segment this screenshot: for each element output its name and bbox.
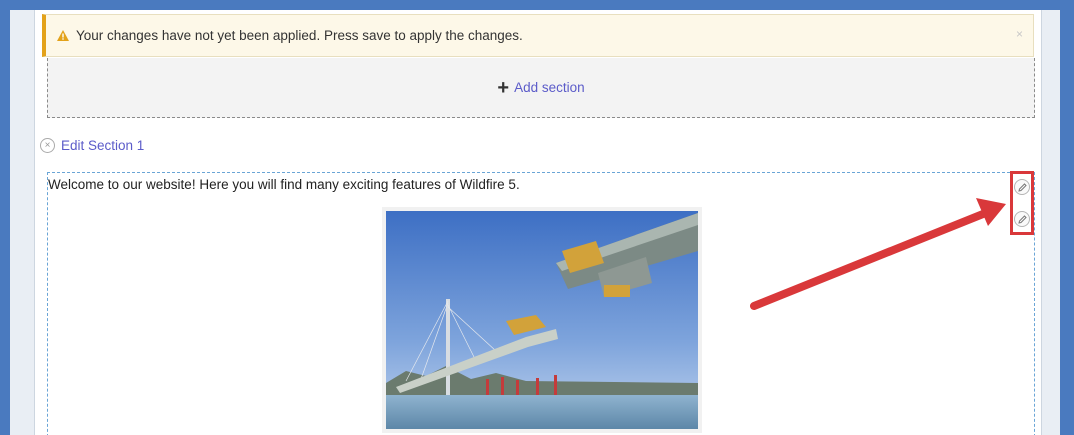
banner-message: Your changes have not yet been applied. … [76, 28, 523, 43]
bridge-image[interactable] [382, 207, 702, 433]
add-section-label[interactable]: Add section [514, 80, 585, 95]
welcome-text: Welcome to our website! Here you will fi… [48, 177, 520, 192]
warning-icon [56, 29, 70, 43]
pencil-icon[interactable] [1014, 179, 1030, 195]
right-scroll-edge[interactable] [1041, 10, 1060, 435]
pencil-icon[interactable] [1014, 211, 1030, 227]
edit-section-header: × Edit Section 1 [40, 138, 144, 153]
section-content-area[interactable]: Welcome to our website! Here you will fi… [47, 171, 1035, 435]
page-editor: Your changes have not yet been applied. … [10, 10, 1060, 435]
edit-section-link[interactable]: Edit Section 1 [61, 138, 144, 153]
add-section-button[interactable]: + Add section [47, 58, 1035, 118]
screenshot-frame: Your changes have not yet been applied. … [0, 0, 1074, 435]
plus-icon: + [497, 76, 510, 99]
banner-close-icon[interactable]: × [1016, 27, 1023, 41]
close-circle-icon[interactable]: × [40, 138, 55, 153]
left-sidebar-edge [10, 10, 35, 435]
unsaved-changes-banner: Your changes have not yet been applied. … [42, 14, 1034, 57]
